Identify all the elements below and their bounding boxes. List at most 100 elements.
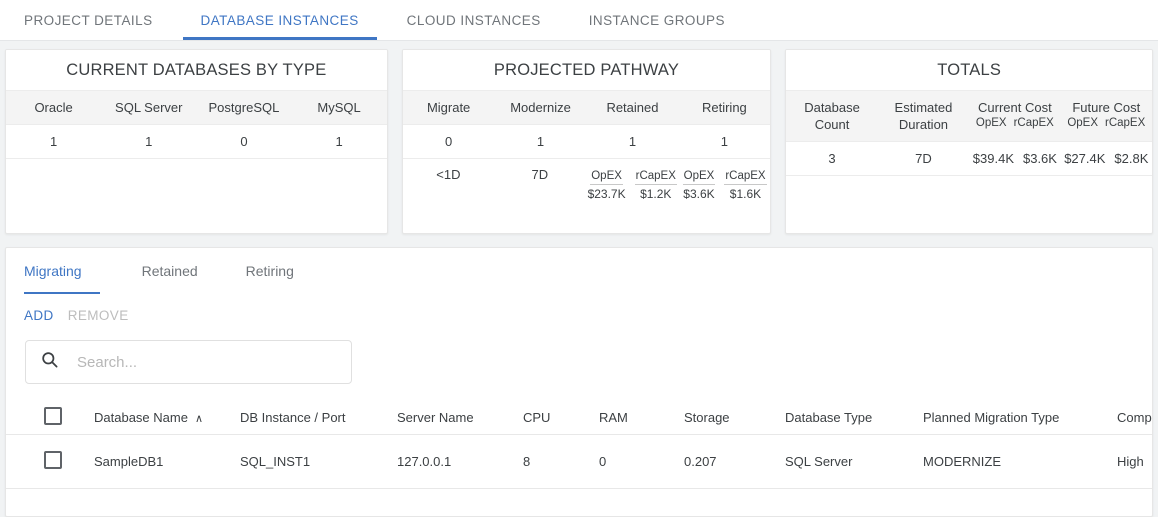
column-header-ram[interactable]: RAM — [599, 402, 684, 434]
card-header-row: Oracle SQL Server PostgreSQL MySQL — [6, 90, 387, 125]
cell-complexity: High — [1117, 453, 1144, 469]
retiring-rcapex-value: $1.6K — [729, 187, 762, 201]
sort-ascending-icon: ∧ — [194, 413, 204, 426]
value-sql-server: 1 — [145, 134, 153, 149]
card-detail-row: <1D 7D OpEX $23.7K rCapEX $1.2K OpEX $3.… — [403, 159, 771, 211]
card-title: TOTALS — [786, 50, 1152, 90]
card-title: CURRENT DATABASES BY TYPE — [6, 50, 387, 90]
header-database-count: Database Count — [804, 100, 860, 132]
column-header-planned-migration-type[interactable]: Planned Migration Type — [923, 402, 1117, 434]
select-all-header — [6, 402, 94, 434]
subtab-label: Migrating — [24, 263, 82, 279]
header-future-opex: OpEX — [1067, 117, 1098, 129]
count-retiring: 1 — [720, 134, 728, 149]
subtab-retained[interactable]: Retained — [118, 248, 222, 294]
card-projected-pathway: PROJECTED PATHWAY Migrate Modernize Reta… — [401, 49, 772, 234]
value-current-rcapex: $3.6K — [1022, 151, 1057, 166]
retained-rcapex-label: rCapEX — [634, 169, 677, 185]
value-postgresql: 0 — [240, 134, 248, 149]
cell-storage: 0.207 — [684, 453, 717, 469]
retiring-opex: OpEX $3.6K — [682, 167, 716, 203]
retiring-opex-label: OpEX — [682, 169, 716, 185]
divider-cell — [6, 488, 1152, 516]
cost-retiring: OpEX $3.6K rCapEX $1.6K — [679, 159, 770, 211]
card-value-row: 3 7D $39.4K $3.6K $27.4K $2.8K — [786, 142, 1152, 176]
add-button[interactable]: ADD — [24, 308, 54, 323]
table-header-row: Database Name ∧ DB Instance / Port Server… — [6, 402, 1152, 434]
value-future-opex: $27.4K — [1064, 151, 1106, 166]
value-future-rcapex: $2.8K — [1114, 151, 1149, 166]
retiring-rcapex: rCapEX $1.6K — [724, 167, 767, 203]
subtab-migrating[interactable]: Migrating — [24, 248, 118, 294]
card-header-row: Migrate Modernize Retained Retiring — [402, 90, 771, 125]
retained-opex: OpEX $23.7K — [588, 167, 626, 203]
column-header-database-type[interactable]: Database Type — [785, 402, 923, 434]
row-checkbox[interactable] — [44, 450, 62, 469]
value-database-count: 3 — [828, 151, 836, 166]
tab-project-details[interactable]: PROJECT DETAILS — [0, 0, 177, 40]
column-header-storage[interactable]: Storage — [684, 402, 785, 434]
header-future-rcapex: rCapEX — [1105, 117, 1146, 129]
column-header-database-name[interactable]: Database Name ∧ — [94, 402, 240, 434]
subtab-label: Retained — [141, 263, 198, 279]
header-mysql: MySQL — [317, 100, 361, 115]
value-future-cost: $27.4K $2.8K — [1061, 142, 1152, 175]
tab-database-instances[interactable]: DATABASE INSTANCES — [177, 0, 383, 40]
retiring-opex-value: $3.6K — [683, 187, 715, 201]
retained-opex-value: $23.7K — [587, 187, 626, 201]
column-header-db-instance-port[interactable]: DB Instance / Port — [240, 402, 397, 434]
retiring-rcapex-label: rCapEX — [724, 169, 767, 185]
header-oracle: Oracle — [34, 100, 73, 115]
panel-tab-bar: Migrating Retained Retiring — [6, 248, 1152, 294]
subtab-retiring[interactable]: Retiring — [222, 248, 318, 294]
tab-label: INSTANCE GROUPS — [588, 12, 725, 28]
count-retained: 1 — [628, 134, 637, 149]
header-postgresql: PostgreSQL — [208, 100, 280, 115]
search-input[interactable] — [75, 352, 337, 372]
tab-label: PROJECT DETAILS — [24, 12, 153, 28]
retained-rcapex: rCapEX $1.2K — [634, 167, 677, 203]
cell-database-type: SQL Server — [785, 453, 853, 469]
column-header-complexity[interactable]: Comple — [1117, 402, 1152, 434]
header-future-cost: Future Cost OpEX rCapEX — [1061, 91, 1152, 141]
row-select-cell — [6, 434, 94, 488]
cell-database-name: SampleDB1 — [94, 453, 164, 469]
retained-opex-label: OpEX — [590, 169, 623, 185]
header-current-cost: Current Cost OpEX rCapEX — [969, 91, 1060, 141]
column-header-server-name[interactable]: Server Name — [397, 402, 523, 434]
search-box[interactable] — [25, 340, 352, 384]
header-modernize: Modernize — [510, 100, 571, 115]
instances-table: Database Name ∧ DB Instance / Port Server… — [6, 402, 1152, 516]
main-tab-bar: PROJECT DETAILS DATABASE INSTANCES CLOUD… — [0, 0, 1158, 41]
select-all-checkbox[interactable] — [44, 407, 62, 426]
tab-label: CLOUD INSTANCES — [406, 12, 541, 28]
value-oracle: 1 — [49, 134, 58, 149]
header-future-cost-label: Future Cost — [1072, 100, 1141, 115]
header-migrate: Migrate — [426, 100, 471, 115]
tab-cloud-instances[interactable]: CLOUD INSTANCES — [383, 0, 565, 40]
table-row-divider — [6, 488, 1152, 516]
header-estimated-duration: Estimated Duration — [894, 100, 953, 132]
count-modernize: 1 — [536, 134, 545, 149]
header-current-opex: OpEX — [975, 117, 1007, 129]
subtab-label: Retiring — [245, 263, 294, 279]
cost-retained: OpEX $23.7K rCapEX $1.2K — [586, 159, 679, 211]
card-title: PROJECTED PATHWAY — [402, 50, 771, 90]
header-retiring: Retiring — [701, 100, 747, 115]
header-sql-server: SQL Server — [115, 100, 183, 115]
remove-button: REMOVE — [67, 307, 129, 323]
card-value-row: 1 1 0 1 — [6, 125, 387, 159]
tab-instance-groups[interactable]: INSTANCE GROUPS — [565, 0, 749, 40]
instances-panel: Migrating Retained Retiring ADD REMOVE S… — [5, 247, 1153, 517]
table-row[interactable]: SampleDB1 SQL_INST1 127.0.0.1 8 0 0.207 … — [6, 434, 1152, 488]
tab-label: DATABASE INSTANCES — [200, 12, 359, 28]
summary-cards-row: CURRENT DATABASES BY TYPE Oracle SQL Ser… — [0, 41, 1158, 234]
cell-cpu: 8 — [523, 453, 531, 469]
header-current-rcapex: rCapEX — [1013, 117, 1054, 129]
cell-ram: 0 — [599, 453, 607, 469]
panel-actions: ADD REMOVE — [6, 294, 1152, 326]
card-current-databases-by-type: CURRENT DATABASES BY TYPE Oracle SQL Ser… — [5, 49, 388, 234]
value-current-opex: $39.4K — [972, 151, 1014, 166]
column-header-cpu[interactable]: CPU — [523, 402, 599, 434]
cell-planned-migration-type: MODERNIZE — [923, 453, 1001, 469]
